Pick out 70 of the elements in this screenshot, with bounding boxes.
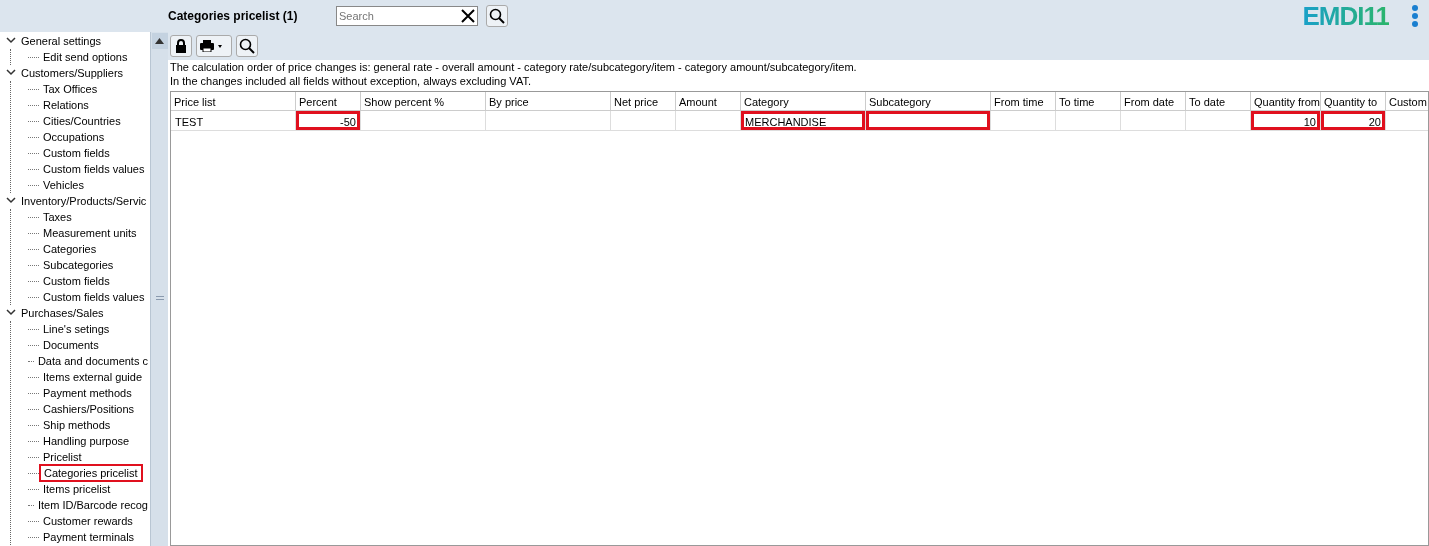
column-header[interactable]: Quantity from xyxy=(1251,92,1321,110)
collapse-icon[interactable] xyxy=(6,309,16,317)
info-text: The calculation order of price changes is: general rate - overall amount - category rate/subcategory/item - category amount/subcategory/item. xyxy=(170,60,858,74)
scroll-up-icon[interactable] xyxy=(155,38,164,44)
print-button[interactable] xyxy=(196,35,232,57)
tree-group[interactable]: Customers/Suppliers xyxy=(19,65,126,81)
tree-item[interactable]: Occupations xyxy=(41,129,107,145)
tree-item[interactable]: Custom fields xyxy=(41,273,112,289)
table-cell: TEST xyxy=(171,111,296,130)
table-cell: -50 xyxy=(296,111,361,130)
tree-item[interactable]: Custom fields values xyxy=(41,289,147,305)
tree-group[interactable]: Inventory/Products/Servic xyxy=(19,193,149,209)
tree-item[interactable]: Payment terminals xyxy=(41,529,137,545)
column-header[interactable]: To date xyxy=(1186,92,1251,110)
collapse-icon[interactable] xyxy=(6,37,16,45)
column-header[interactable]: To time xyxy=(1056,92,1121,110)
tree-group[interactable]: Purchases/Sales xyxy=(19,305,106,321)
column-header[interactable]: Category xyxy=(741,92,866,110)
tree-item[interactable]: Payment methods xyxy=(41,385,134,401)
column-header[interactable]: Percent xyxy=(296,92,361,110)
info-text: In the changes included all fields without exception, always excluding VAT. xyxy=(170,74,532,88)
page-title: Categories pricelist (1) xyxy=(168,8,299,25)
tree-group[interactable]: General settings xyxy=(19,33,104,49)
menu-icon[interactable] xyxy=(1411,5,1419,27)
search-button[interactable] xyxy=(486,5,508,27)
tree-item[interactable]: Items external guide xyxy=(41,369,145,385)
column-header[interactable]: Custom xyxy=(1386,92,1428,110)
tree-item[interactable]: Edit send options xyxy=(41,49,130,65)
tree-item[interactable]: Custom fields xyxy=(41,145,112,161)
tree-item[interactable]: Ship methods xyxy=(41,417,113,433)
tree-item[interactable]: Documents xyxy=(41,337,101,353)
column-header[interactable]: Net price xyxy=(611,92,676,110)
scrollbar[interactable] xyxy=(150,32,168,546)
column-header[interactable]: From date xyxy=(1121,92,1186,110)
table-cell: 20 xyxy=(1321,111,1386,130)
lock-icon xyxy=(175,39,187,53)
tree-item[interactable]: Line's setings xyxy=(41,321,112,337)
search-button[interactable] xyxy=(236,35,258,57)
collapse-icon[interactable] xyxy=(6,197,16,205)
column-header[interactable]: Subcategory xyxy=(866,92,991,110)
table-cell: 10 xyxy=(1251,111,1321,130)
tree-item[interactable]: Data and documents c xyxy=(35,353,150,369)
tree-item[interactable]: Subcategories xyxy=(41,257,116,273)
printer-icon xyxy=(200,40,224,52)
column-header[interactable]: Price list xyxy=(171,92,296,110)
tree-item[interactable]: Cashiers/Positions xyxy=(41,401,137,417)
tree-item[interactable]: Custom fields values xyxy=(41,161,147,177)
tree-item[interactable]: Cities/Countries xyxy=(41,113,123,129)
tree-item[interactable]: Relations xyxy=(41,97,91,113)
collapse-icon[interactable] xyxy=(6,69,16,77)
tree-item[interactable]: Measurement units xyxy=(41,225,139,241)
column-header[interactable]: Amount xyxy=(676,92,741,110)
tree-item[interactable]: Taxes xyxy=(41,209,74,225)
search-icon xyxy=(489,8,505,24)
column-header[interactable]: Show percent % xyxy=(361,92,486,110)
tree-item[interactable]: Pricelist xyxy=(41,449,84,465)
column-header[interactable]: By price xyxy=(486,92,611,110)
tree-item[interactable]: Vehicles xyxy=(41,177,86,193)
lock-button[interactable] xyxy=(170,35,192,57)
tree-item[interactable]: Handling purpose xyxy=(41,433,132,449)
tree-item[interactable]: Categories pricelist xyxy=(41,466,141,480)
search-icon xyxy=(239,38,255,54)
tree-item[interactable]: Customer rewards xyxy=(41,513,135,529)
table-cell: MERCHANDISE xyxy=(741,111,866,130)
column-header[interactable]: Quantity to xyxy=(1321,92,1386,110)
tree-item[interactable]: Item ID/Barcode recog xyxy=(35,497,150,513)
tree-item[interactable]: Items pricelist xyxy=(41,481,113,497)
tree-item[interactable]: Tax Offices xyxy=(41,81,100,97)
column-header[interactable]: From time xyxy=(991,92,1056,110)
tree-item[interactable]: Categories xyxy=(41,241,99,257)
